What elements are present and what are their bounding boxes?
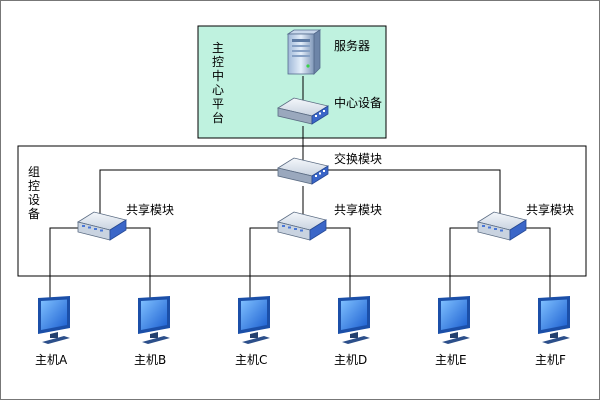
server-label: 服务器 (334, 38, 370, 53)
host-label: 主机B (134, 353, 166, 367)
network-topology-diagram: 主 控 中 心 平 台 组 控 设 备 服务器 中心设备 交换模块 共享模块 共… (0, 0, 600, 400)
core-device-label: 中心设备 (334, 95, 382, 110)
group-device-label: 组 控 设 备 (28, 165, 40, 221)
diagram-canvas: 主 控 中 心 平 台 组 控 设 备 服务器 中心设备 交换模块 共享模块 共… (0, 0, 600, 400)
host-label: 主机D (334, 353, 367, 367)
exchange-module-label: 交换模块 (334, 151, 382, 166)
group-device-label-char: 设 (28, 193, 40, 207)
control-platform-label-char: 平 (212, 97, 224, 111)
shared-module-label: 共享模块 (334, 202, 382, 217)
control-platform-label-char: 控 (212, 55, 224, 69)
control-platform-label-char: 台 (212, 110, 224, 125)
host-label: 主机A (35, 353, 68, 367)
control-platform-label-char: 中 (212, 68, 224, 83)
host-label: 主机F (535, 353, 566, 367)
shared-module-label: 共享模块 (526, 202, 574, 217)
group-device-label-char: 备 (28, 207, 40, 221)
group-device-label-char: 组 (28, 165, 40, 179)
host-label: 主机C (235, 353, 267, 367)
control-platform-label-char: 心 (212, 83, 224, 97)
control-platform-label-char: 主 (212, 41, 224, 55)
shared-module-label: 共享模块 (126, 202, 174, 217)
server-icon (286, 29, 322, 75)
host-label: 主机E (435, 353, 467, 367)
control-platform-label: 主 控 中 心 平 台 (212, 41, 224, 125)
group-device-label-char: 控 (28, 179, 40, 193)
